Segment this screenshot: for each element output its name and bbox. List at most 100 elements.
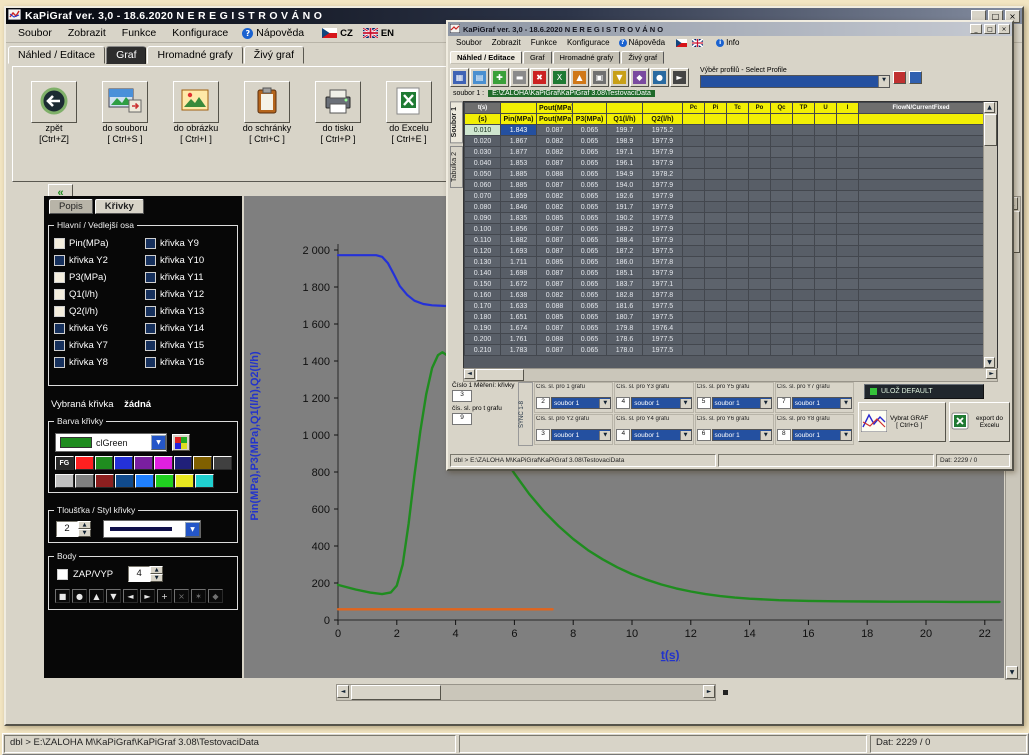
do-excelu-button[interactable] <box>386 81 432 123</box>
curve-checkbox[interactable] <box>145 340 156 351</box>
filter-button[interactable]: ▼ <box>610 68 629 87</box>
palette-swatch[interactable] <box>193 456 212 470</box>
slot-dropdown-button[interactable]: ▼ <box>760 431 771 440</box>
horizontal-scroll-thumb[interactable] <box>351 685 441 700</box>
scroll-left-button[interactable]: ◄ <box>464 369 475 379</box>
export-excel-button[interactable]: export do Excelu <box>949 402 1010 442</box>
table-row[interactable]: 0.1001.8560.0870.065189.21977.9 <box>465 224 984 235</box>
tab-graf[interactable]: Graf <box>523 51 552 64</box>
table-vertical-scrollbar[interactable]: ▲ ▼ <box>983 102 997 368</box>
tab-hromadn-grafy[interactable]: Hromadné grafy <box>147 46 242 64</box>
palette-swatch[interactable] <box>195 474 214 488</box>
point-shape-button[interactable]: × <box>174 589 189 603</box>
point-shape-button[interactable]: ▲ <box>89 589 104 603</box>
profile-select[interactable]: ▼ <box>700 75 890 88</box>
vertical-scroll-thumb[interactable] <box>984 114 997 146</box>
scroll-left-button[interactable]: ◄ <box>337 685 349 698</box>
palette-swatch[interactable] <box>75 474 94 488</box>
slot-number-field[interactable]: 4 <box>616 429 630 441</box>
profile-delete-button[interactable] <box>893 71 906 84</box>
line-style-select[interactable]: ▼ <box>103 520 201 538</box>
palette-swatch[interactable] <box>95 474 114 488</box>
slot-file-select[interactable]: soubor 1▼ <box>551 429 611 441</box>
slot-file-select[interactable]: soubor 1▼ <box>631 429 691 441</box>
point-size-up-button[interactable]: ▲ <box>150 566 163 574</box>
point-size-down-button[interactable]: ▼ <box>150 574 163 582</box>
curve-checkbox[interactable] <box>54 255 65 266</box>
table-row[interactable]: 0.1801.6510.0850.065180.71977.5 <box>465 312 984 323</box>
table-row[interactable]: 0.1101.8820.0870.065188.41977.9 <box>465 235 984 246</box>
curve-checkbox[interactable] <box>54 340 65 351</box>
en-flag-icon[interactable] <box>692 39 703 47</box>
table-row[interactable]: 0.0101.8430.0870.065199.71975.2 <box>465 125 984 136</box>
table-horizontal-scrollbar[interactable]: ◄ ► <box>463 368 998 382</box>
slot-dropdown-button[interactable]: ▼ <box>599 399 610 408</box>
slot-number-field[interactable]: 5 <box>697 397 711 409</box>
palette-dialog-button[interactable] <box>172 434 190 451</box>
do-tisku-button[interactable] <box>315 81 361 123</box>
curve-checkbox[interactable] <box>145 323 156 334</box>
palette-swatch[interactable] <box>174 456 193 470</box>
close-button[interactable]: × <box>998 24 1010 34</box>
play-button[interactable]: ► <box>670 68 689 87</box>
color-dropdown-button[interactable]: ▼ <box>151 435 166 450</box>
scroll-right-button[interactable]: ► <box>986 369 997 379</box>
color-select[interactable]: clGreen ▼ <box>55 433 167 452</box>
tab-hromadn-grafy[interactable]: Hromadné grafy <box>553 51 621 64</box>
point-shape-button[interactable]: ◄ <box>123 589 138 603</box>
menu-konfigurace[interactable]: Konfigurace <box>562 38 615 47</box>
slot-file-select[interactable]: soubor 1▼ <box>551 397 611 409</box>
table-row[interactable]: 0.0201.8670.0820.065198.91977.9 <box>465 136 984 147</box>
slot-number-field[interactable]: 8 <box>777 429 791 441</box>
curve-checkbox[interactable] <box>54 272 65 283</box>
profile-save-button[interactable] <box>909 71 922 84</box>
line-style-dropdown-button[interactable]: ▼ <box>185 522 200 537</box>
save-default-button[interactable]: ULOŽ DEFAULT <box>864 384 984 399</box>
side-tab-tabulka-2[interactable]: Tabulka 2 <box>450 146 463 188</box>
slot-file-select[interactable]: soubor 1▼ <box>631 397 691 409</box>
chart-button[interactable]: ▲ <box>570 68 589 87</box>
slot-dropdown-button[interactable]: ▼ <box>760 399 771 408</box>
menu-napoveda[interactable]: Nápověda <box>256 26 312 40</box>
slot-dropdown-button[interactable]: ▼ <box>840 399 851 408</box>
slot-number-field[interactable]: 3 <box>536 429 550 441</box>
add-row-button[interactable]: ✚ <box>490 68 509 87</box>
slot-file-select[interactable]: soubor 1▼ <box>712 429 772 441</box>
excel-button[interactable]: X <box>550 68 569 87</box>
table-row[interactable]: 0.0401.8530.0870.065196.11977.9 <box>465 158 984 169</box>
scroll-down-button[interactable]: ▼ <box>1006 666 1018 679</box>
en-flag-icon[interactable] <box>363 28 378 38</box>
do-schr-nky-button[interactable] <box>244 81 290 123</box>
minimize-button[interactable]: _ <box>970 24 982 34</box>
curve-checkbox[interactable] <box>54 357 65 368</box>
menu-soubor[interactable]: Soubor <box>10 26 60 40</box>
slot-file-select[interactable]: soubor 1▼ <box>792 429 852 441</box>
menu-konfigurace[interactable]: Konfigurace <box>164 26 236 40</box>
tab-iv-graf[interactable]: Živý graf <box>244 46 304 64</box>
thickness-down-button[interactable]: ▼ <box>78 529 91 537</box>
slot-number-field[interactable]: 2 <box>536 397 550 409</box>
zp-t-button[interactable] <box>31 81 77 123</box>
scroll-up-button[interactable]: ▲ <box>984 102 995 113</box>
point-shape-button[interactable]: ■ <box>55 589 70 603</box>
table-row[interactable]: 0.2101.7830.0870.065178.01977.5 <box>465 345 984 356</box>
print-button[interactable]: ▣ <box>590 68 609 87</box>
maximize-button[interactable]: □ <box>984 24 996 34</box>
table-row[interactable]: 0.1401.6980.0870.065185.11977.9 <box>465 268 984 279</box>
menu-zobrazit[interactable]: Zobrazit <box>60 26 114 40</box>
table-row[interactable]: 0.0501.8850.0880.065194.91978.2 <box>465 169 984 180</box>
tab-iv-graf[interactable]: Živý graf <box>621 51 664 64</box>
curve-checkbox[interactable] <box>54 238 65 249</box>
cz-flag-icon[interactable] <box>676 39 687 47</box>
panel-tab-k-ivky[interactable]: Křivky <box>95 199 144 214</box>
slot-dropdown-button[interactable]: ▼ <box>599 431 610 440</box>
table-row[interactable]: 0.1501.6720.0870.065183.71977.1 <box>465 279 984 290</box>
slot-dropdown-button[interactable]: ▼ <box>840 431 851 440</box>
menu-funkce[interactable]: Funkce <box>114 26 164 40</box>
palette-swatch[interactable] <box>95 456 114 470</box>
menu-info[interactable]: Info <box>726 38 744 47</box>
table-row[interactable]: 0.2001.7610.0880.065178.61977.5 <box>465 334 984 345</box>
palette-swatch[interactable] <box>135 474 154 488</box>
menu-zobrazit[interactable]: Zobrazit <box>487 38 526 47</box>
curve-checkbox[interactable] <box>145 255 156 266</box>
